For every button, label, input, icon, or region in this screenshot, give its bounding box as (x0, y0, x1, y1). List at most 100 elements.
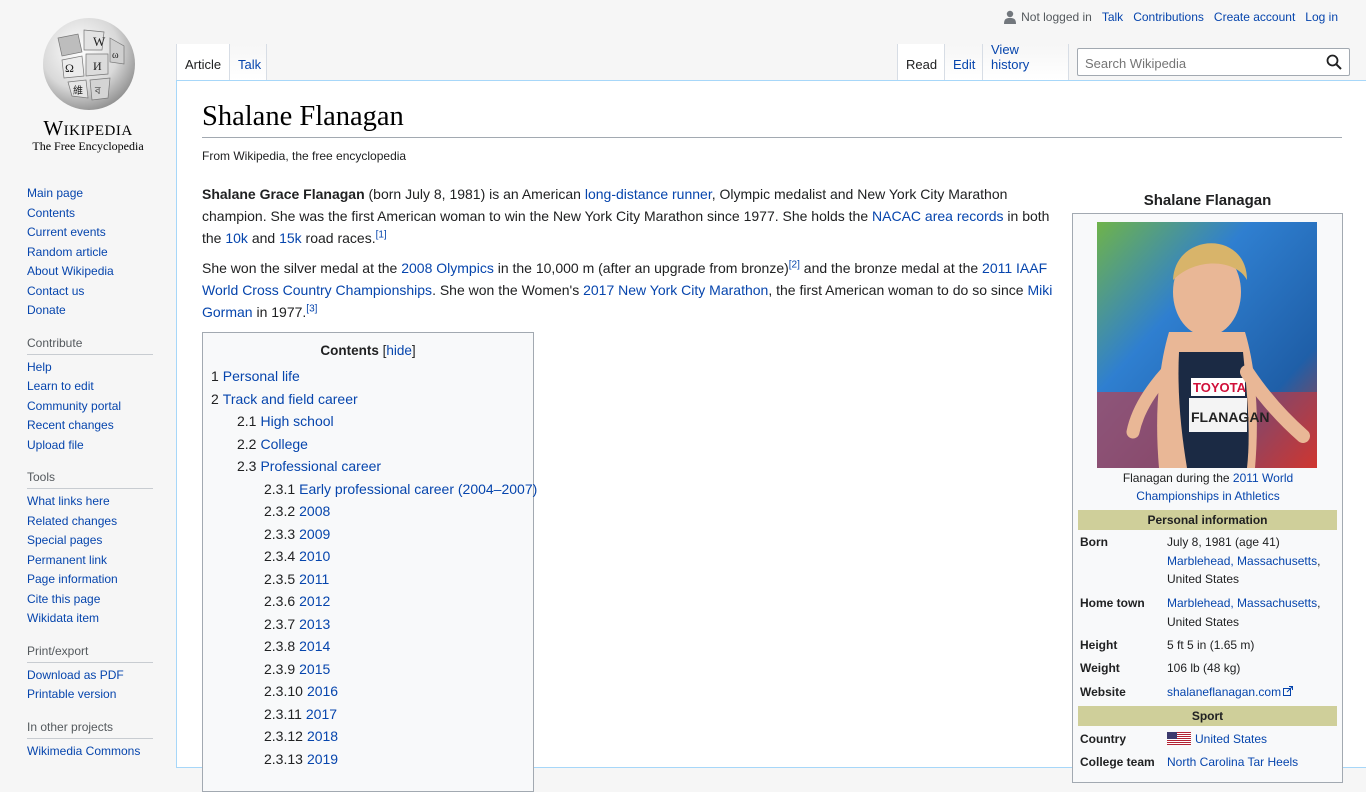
sidebar-item-community-portal[interactable]: Community portal (27, 397, 153, 417)
toc-link[interactable]: 2.3.5 2011 (264, 571, 329, 587)
reference-1[interactable]: [1] (376, 229, 387, 240)
paragraph-2: She won the silver medal at the 2008 Oly… (202, 257, 1054, 323)
sidebar-item-wikidata-item[interactable]: Wikidata item (27, 609, 153, 629)
toc-item[interactable]: 2.3.11 2017 (211, 703, 537, 726)
tab-read[interactable]: Read (897, 44, 945, 80)
link-2008-olympics[interactable]: 2008 Olympics (401, 260, 494, 276)
sidebar-item-related-changes[interactable]: Related changes (27, 512, 153, 532)
sidebar-item-current-events[interactable]: Current events (27, 223, 153, 243)
sidebar-item-recent-changes[interactable]: Recent changes (27, 416, 153, 436)
toc-item[interactable]: 2.3.12 2018 (211, 725, 537, 748)
text: road races. (301, 230, 376, 246)
toc-link[interactable]: 2.3.1 Early professional career (2004–200… (264, 481, 537, 497)
sidebar-item-what-links-here[interactable]: What links here (27, 492, 153, 512)
toc-link[interactable]: 2.3.3 2009 (264, 526, 330, 542)
athlete-photo[interactable]: TOYOTA FLANAGAN (1097, 222, 1317, 468)
toc-item[interactable]: 2.3.7 2013 (211, 613, 537, 636)
toc-number: 2.3.11 (264, 705, 302, 722)
toc-link[interactable]: 1 Personal life (211, 368, 300, 384)
toc-item[interactable]: 2.3.8 2014 (211, 635, 537, 658)
toc-item[interactable]: 2.3.4 2010 (211, 545, 537, 568)
toc-label: 2009 (299, 525, 331, 542)
toc-link[interactable]: 2.3.2 2008 (264, 503, 330, 519)
toc-item[interactable]: 2.2 College (211, 433, 537, 456)
svg-text:W: W (93, 34, 106, 49)
talk-link[interactable]: Talk (1102, 10, 1123, 24)
sidebar-item-contact[interactable]: Contact us (27, 282, 153, 302)
infobox-row-hometown: Home town Marblehead, Massachusetts, Unit… (1080, 594, 1338, 634)
tab-article-label: Article (185, 57, 222, 72)
sidebar-item-contents[interactable]: Contents (27, 204, 153, 224)
toc-link[interactable]: 2.3.12 2018 (264, 728, 338, 744)
toc-link[interactable]: 2.3.7 2013 (264, 616, 330, 632)
toc-link[interactable]: 2.3.9 2015 (264, 661, 330, 677)
link-website[interactable]: shalaneflanagan.com (1167, 685, 1281, 699)
link-15k[interactable]: 15k (279, 230, 302, 246)
toc-link[interactable]: 2.3.6 2012 (264, 593, 330, 609)
toc-link[interactable]: 2.3.10 2016 (264, 683, 338, 699)
toc-link[interactable]: 2.3.4 2010 (264, 548, 330, 564)
sidebar-item-permanent-link[interactable]: Permanent link (27, 551, 153, 571)
link-marblehead-hometown[interactable]: Marblehead, Massachusetts (1167, 596, 1317, 610)
tab-edit[interactable]: Edit (945, 44, 983, 80)
text: (born July 8, 1981) is an American (364, 186, 585, 202)
create-account-link[interactable]: Create account (1214, 10, 1295, 24)
sidebar-item-help[interactable]: Help (27, 358, 153, 378)
sidebar-item-learn-to-edit[interactable]: Learn to edit (27, 377, 153, 397)
wikipedia-logo[interactable]: W Ω И ω 維 ব Wikipedia The Free Encyclope… (0, 0, 176, 160)
sidebar-item-page-information[interactable]: Page information (27, 570, 153, 590)
toc-item[interactable]: 1 Personal life (211, 365, 537, 388)
toc-link[interactable]: 2.2 College (237, 436, 308, 452)
reference-2[interactable]: [2] (789, 259, 800, 270)
toc-item[interactable]: 2 Track and field career (211, 388, 537, 411)
reference-3[interactable]: [3] (306, 303, 317, 314)
toc-item[interactable]: 2.3.2 2008 (211, 500, 537, 523)
log-in-link[interactable]: Log in (1305, 10, 1338, 24)
toc-link[interactable]: 2.3 Professional career (237, 458, 381, 474)
toc-link[interactable]: 2.1 High school (237, 413, 334, 429)
toc-item[interactable]: 2.3.10 2016 (211, 680, 537, 703)
link-tar-heels[interactable]: North Carolina Tar Heels (1167, 755, 1298, 769)
sidebar-item-printable-version[interactable]: Printable version (27, 685, 153, 705)
toc-link[interactable]: 2.3.11 2017 (264, 706, 337, 722)
link-marblehead-born[interactable]: Marblehead, Massachusetts (1167, 554, 1317, 568)
toc-link[interactable]: 2 Track and field career (211, 391, 358, 407)
sidebar-item-donate[interactable]: Donate (27, 301, 153, 321)
link-nacac-records[interactable]: NACAC area records (872, 208, 1004, 224)
sidebar-item-special-pages[interactable]: Special pages (27, 531, 153, 551)
toc-link[interactable]: 2.3.8 2014 (264, 638, 330, 654)
sidebar-item-about[interactable]: About Wikipedia (27, 262, 153, 282)
toc-label: 2019 (306, 750, 339, 767)
toc-item[interactable]: 2.3.13 2019 (211, 748, 537, 771)
toc-item[interactable]: 2.3.5 2011 (211, 568, 537, 591)
link-2017-nyc-marathon[interactable]: 2017 New York City Marathon (583, 282, 768, 298)
hometown-label: Home town (1080, 596, 1145, 610)
sidebar-item-upload-file[interactable]: Upload file (27, 436, 153, 456)
infobox-row-born: Born July 8, 1981 (age 41) Marblehead, Ma… (1080, 533, 1338, 593)
search-input[interactable] (1083, 50, 1317, 76)
sidebar-item-download-pdf[interactable]: Download as PDF (27, 666, 153, 686)
contributions-link[interactable]: Contributions (1133, 10, 1204, 24)
toc-label: Professional career (260, 458, 382, 474)
tab-view-history[interactable]: View history (983, 42, 1069, 80)
link-long-distance-runner[interactable]: long-distance runner (585, 186, 712, 202)
toc-item[interactable]: 2.3 Professional career (211, 455, 537, 478)
toc-item[interactable]: 2.3.1 Early professional career (2004–200… (211, 478, 537, 501)
link-10k[interactable]: 10k (225, 230, 248, 246)
sidebar-item-wikimedia-commons[interactable]: Wikimedia Commons (27, 742, 153, 762)
toc-item[interactable]: 2.3.9 2015 (211, 658, 537, 681)
search-icon[interactable] (1326, 54, 1342, 70)
toc-item[interactable]: 2.3.3 2009 (211, 523, 537, 546)
sidebar-item-main-page[interactable]: Main page (27, 184, 153, 204)
toc-link[interactable]: 2.3.13 2019 (264, 751, 338, 767)
hometown-country: United States (1167, 614, 1240, 629)
sidebar-item-random-article[interactable]: Random article (27, 243, 153, 263)
sidebar-item-cite-this-page[interactable]: Cite this page (27, 590, 153, 610)
toc-item[interactable]: 2.3.6 2012 (211, 590, 537, 613)
toc-item[interactable]: 2.1 High school (211, 410, 537, 433)
toc-hide-link[interactable]: hide (386, 343, 412, 358)
content-area: Shalane Flanagan From Wikipedia, the fre… (176, 80, 1366, 792)
link-united-states[interactable]: United States (1195, 732, 1267, 746)
tab-talk[interactable]: Talk (230, 44, 267, 80)
tab-article[interactable]: Article (176, 44, 230, 80)
